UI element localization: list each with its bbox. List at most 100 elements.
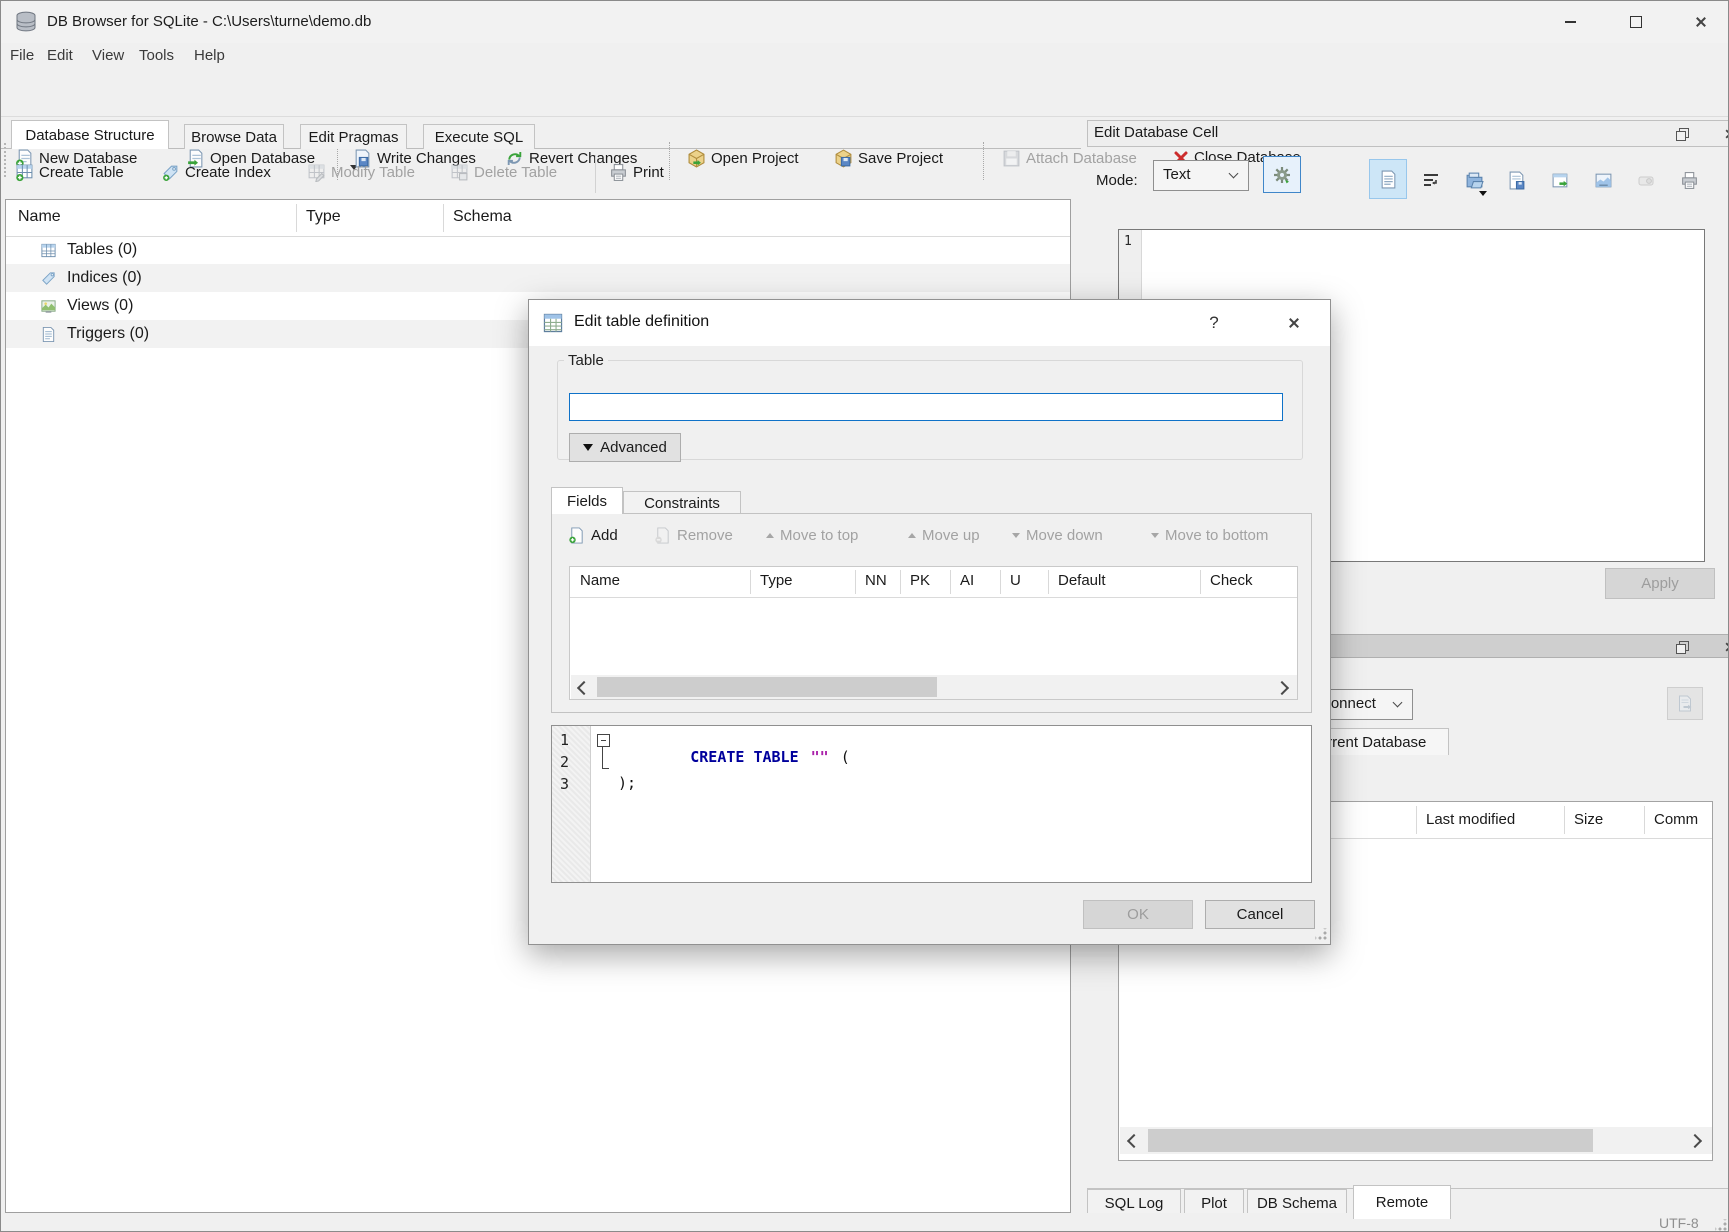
remote-column-commit[interactable]: Comm bbox=[1654, 811, 1698, 828]
col-type[interactable]: Type bbox=[760, 572, 793, 589]
modify-table-button[interactable]: Modify Table bbox=[307, 163, 415, 182]
create-table-button[interactable]: Create Table bbox=[15, 163, 124, 182]
fields-h-scrollbar[interactable] bbox=[571, 675, 1297, 699]
maximize-button[interactable] bbox=[1607, 1, 1665, 43]
null-icon bbox=[1638, 175, 1654, 187]
column-divider[interactable] bbox=[900, 570, 901, 594]
open-in-app-button[interactable] bbox=[1543, 163, 1577, 197]
column-divider[interactable] bbox=[1200, 570, 1201, 594]
add-field-button[interactable]: Add bbox=[568, 527, 618, 544]
help-icon: ? bbox=[1209, 313, 1218, 333]
window-close-button[interactable] bbox=[1672, 1, 1729, 43]
dock-close-icon[interactable] bbox=[1725, 129, 1729, 140]
encoding-indicator[interactable]: UTF-8 bbox=[1659, 1215, 1699, 1231]
menu-tools[interactable]: Tools bbox=[139, 47, 174, 64]
column-divider[interactable] bbox=[950, 570, 951, 594]
scrollbar-thumb[interactable] bbox=[597, 677, 937, 697]
move-to-top-button[interactable]: Move to top bbox=[766, 527, 858, 544]
dialog-close-button[interactable] bbox=[1277, 308, 1311, 338]
copy-image-button[interactable] bbox=[1586, 163, 1620, 197]
remove-field-button[interactable]: Remove bbox=[654, 527, 733, 544]
column-divider[interactable] bbox=[1000, 570, 1001, 594]
tree-item-label: Indices (0) bbox=[67, 269, 142, 287]
line-number: 3 bbox=[560, 775, 569, 793]
sql-table-name: "" bbox=[811, 748, 829, 766]
minimize-button[interactable] bbox=[1541, 1, 1599, 43]
tree-row-tables[interactable]: Tables (0) bbox=[6, 236, 1070, 264]
tab-browse-data[interactable]: Browse Data bbox=[184, 124, 284, 149]
col-pk[interactable]: PK bbox=[910, 572, 930, 589]
table-name-input[interactable] bbox=[569, 393, 1283, 421]
column-divider[interactable] bbox=[1564, 806, 1565, 834]
scroll-right-icon[interactable] bbox=[1688, 1134, 1702, 1148]
column-divider[interactable] bbox=[1644, 806, 1645, 834]
move-down-label: Move down bbox=[1026, 527, 1103, 544]
remote-clone-button[interactable] bbox=[1667, 687, 1703, 720]
import-data-button[interactable] bbox=[1457, 163, 1491, 197]
create-index-label: Create Index bbox=[185, 164, 271, 181]
menu-edit[interactable]: Edit bbox=[47, 47, 73, 64]
cancel-button[interactable]: Cancel bbox=[1205, 900, 1315, 929]
remote-h-scrollbar[interactable] bbox=[1120, 1127, 1712, 1154]
move-up-icon bbox=[908, 533, 916, 538]
col-default[interactable]: Default bbox=[1058, 572, 1106, 589]
column-divider[interactable] bbox=[1416, 806, 1417, 834]
remote-column-last-modified[interactable]: Last modified bbox=[1426, 811, 1515, 828]
scroll-left-icon[interactable] bbox=[577, 681, 591, 695]
apply-button[interactable]: Apply bbox=[1605, 568, 1715, 599]
menu-view[interactable]: View bbox=[92, 47, 124, 64]
delete-table-button[interactable]: Delete Table bbox=[450, 163, 557, 182]
tab-database-structure[interactable]: Database Structure bbox=[11, 120, 169, 149]
tab-execute-sql[interactable]: Execute SQL bbox=[423, 124, 535, 149]
col-nn[interactable]: NN bbox=[865, 572, 887, 589]
col-u[interactable]: U bbox=[1010, 572, 1021, 589]
scrollbar-thumb[interactable] bbox=[1148, 1129, 1593, 1152]
move-down-button[interactable]: Move down bbox=[1012, 527, 1103, 544]
print-button[interactable]: Print bbox=[609, 163, 664, 182]
ok-button[interactable]: OK bbox=[1083, 900, 1193, 929]
column-divider[interactable] bbox=[296, 204, 297, 232]
col-name[interactable]: Name bbox=[580, 572, 620, 589]
remove-field-icon bbox=[654, 527, 671, 544]
mode-combobox[interactable]: Text bbox=[1153, 160, 1249, 191]
resize-grip[interactable] bbox=[1715, 1219, 1727, 1231]
col-ai[interactable]: AI bbox=[960, 572, 974, 589]
word-wrap-button[interactable] bbox=[1414, 163, 1448, 197]
dialog-tab-fields[interactable]: Fields bbox=[551, 487, 623, 514]
tree-column-name[interactable]: Name bbox=[18, 208, 61, 226]
cell-mode-text-button[interactable] bbox=[1369, 159, 1407, 199]
remote-column-size[interactable]: Size bbox=[1574, 811, 1603, 828]
sql-paren: ( bbox=[841, 748, 850, 766]
column-divider[interactable] bbox=[1048, 570, 1049, 594]
column-divider[interactable] bbox=[443, 204, 444, 232]
move-to-bottom-button[interactable]: Move to bottom bbox=[1151, 527, 1268, 544]
tree-column-type[interactable]: Type bbox=[306, 208, 341, 226]
dock-float-icon[interactable] bbox=[1676, 128, 1688, 140]
export-data-button[interactable] bbox=[1500, 163, 1534, 197]
dialog-resize-grip[interactable] bbox=[1315, 928, 1327, 940]
col-check[interactable]: Check bbox=[1210, 572, 1253, 589]
tree-row-indices[interactable]: Indices (0) bbox=[6, 264, 1070, 292]
print-cell-button[interactable] bbox=[1672, 163, 1706, 197]
tab-remote[interactable]: Remote bbox=[1353, 1185, 1451, 1219]
scroll-left-icon[interactable] bbox=[1127, 1134, 1141, 1148]
tab-edit-pragmas[interactable]: Edit Pragmas bbox=[300, 124, 407, 149]
dialog-help-button[interactable]: ? bbox=[1197, 308, 1231, 338]
column-divider[interactable] bbox=[855, 570, 856, 594]
tree-column-schema[interactable]: Schema bbox=[453, 208, 512, 226]
set-null-button[interactable] bbox=[1631, 166, 1661, 196]
scroll-right-icon[interactable] bbox=[1275, 681, 1289, 695]
status-bar: UTF-8 bbox=[1, 1213, 1729, 1232]
mode-settings-button[interactable] bbox=[1263, 156, 1301, 193]
close-icon bbox=[1288, 317, 1300, 329]
menu-file[interactable]: File bbox=[10, 47, 34, 64]
advanced-toggle-button[interactable]: Advanced bbox=[569, 433, 681, 462]
create-index-button[interactable]: Create Index bbox=[161, 163, 271, 182]
column-divider[interactable] bbox=[750, 570, 751, 594]
dock-close-icon[interactable] bbox=[1725, 642, 1729, 653]
move-up-button[interactable]: Move up bbox=[908, 527, 980, 544]
dock-float-icon[interactable] bbox=[1676, 641, 1688, 653]
dialog-tab-constraints[interactable]: Constraints bbox=[623, 491, 741, 514]
modify-table-icon bbox=[307, 163, 326, 182]
menu-help[interactable]: Help bbox=[194, 47, 225, 64]
